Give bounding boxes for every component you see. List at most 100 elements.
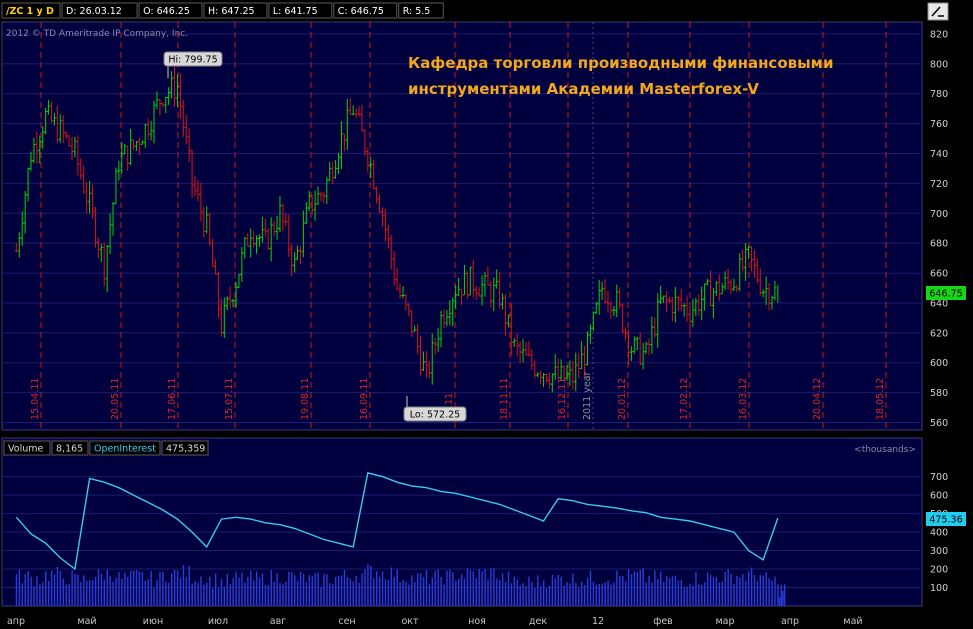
volume-bar: [686, 586, 688, 606]
volume-bar: [282, 584, 284, 606]
volume-bar: [241, 572, 243, 606]
volume-bar: [335, 576, 337, 606]
volume-bar: [229, 584, 231, 606]
quote-field: R: 5.5: [403, 6, 431, 17]
y-tick-label: 700: [930, 472, 948, 483]
volume-bar: [384, 579, 387, 606]
volume-bar: [765, 572, 767, 606]
event-label: 18.11.11: [499, 378, 510, 420]
volume-bar: [671, 575, 674, 606]
volume-bar: [414, 582, 416, 606]
event-label: 17.02.12: [679, 378, 690, 420]
volume-bar: [777, 584, 779, 606]
volume-bar: [314, 573, 316, 606]
volume-bar: [642, 567, 644, 606]
volume-bar: [150, 571, 152, 606]
volume-bar: [367, 564, 369, 606]
volume-bar: [519, 585, 521, 606]
volume-bar: [446, 570, 448, 606]
volume-bar: [326, 574, 328, 606]
event-label: 15.04.11: [30, 378, 41, 420]
volume-bar: [581, 581, 583, 606]
volume-bar: [756, 581, 759, 606]
volume-bar: [572, 573, 574, 606]
volume-bar: [437, 569, 439, 606]
y-tick-label: 800: [930, 59, 948, 70]
event-label: 20.04.12: [812, 378, 823, 420]
volume-bar: [162, 571, 164, 606]
volume-bar: [68, 583, 70, 606]
volume-bar: [496, 578, 498, 606]
volume-bar: [214, 573, 217, 606]
volume-bar: [88, 579, 91, 606]
volume-bar: [783, 584, 786, 606]
volume-bar: [698, 584, 700, 606]
volume-bar: [481, 570, 483, 606]
volume-bar: [531, 581, 533, 606]
volume-bar: [252, 580, 255, 606]
month-label: фев: [653, 616, 673, 627]
volume-bar: [742, 574, 744, 606]
y-tick-label: 200: [930, 565, 948, 576]
volume-bar: [419, 573, 422, 606]
volume-bar: [308, 574, 311, 606]
volume-bar: [97, 569, 100, 606]
volume-bar: [65, 584, 67, 606]
volume-bar: [630, 574, 633, 606]
indicator-header-text: 8,165: [56, 444, 83, 455]
volume-bar: [349, 578, 352, 606]
volume-bar: [168, 582, 170, 606]
volume-bar: [197, 582, 199, 606]
volume-bar: [135, 569, 138, 606]
volume-bar: [121, 578, 123, 606]
volume-bar: [665, 575, 668, 606]
volume-bar: [355, 575, 357, 606]
volume-bar: [718, 582, 721, 606]
volume-bar: [712, 577, 715, 606]
event-label: 16.03.12: [738, 378, 749, 420]
volume-bar: [80, 582, 82, 606]
volume-bar: [545, 588, 548, 606]
volume-bar: [736, 575, 738, 606]
volume-bar: [381, 571, 384, 606]
volume-bar: [244, 582, 246, 606]
volume-bar: [211, 588, 214, 606]
volume-bar: [103, 579, 106, 606]
volume-bar: [598, 583, 600, 606]
volume-bar: [50, 570, 53, 606]
volume-bar: [340, 575, 343, 606]
volume-bar: [370, 565, 372, 606]
volume-bar: [566, 582, 568, 606]
volume-bar: [604, 582, 606, 606]
volume-bar: [660, 571, 662, 606]
volume-bar: [428, 583, 431, 606]
volume-bar: [33, 586, 35, 606]
volume-bar: [721, 581, 723, 606]
y-tick-label: 740: [930, 149, 948, 160]
drawing-tools-button[interactable]: [927, 2, 949, 21]
volume-bar: [141, 571, 144, 606]
volume-bar: [425, 569, 428, 606]
volume-bar: [680, 579, 682, 606]
y-tick-label: 820: [930, 29, 948, 40]
volume-bar: [589, 570, 592, 606]
volume-bar: [408, 584, 410, 606]
volume-bar: [689, 583, 691, 606]
drawing-tools-box[interactable]: [927, 2, 949, 21]
volume-bar: [30, 576, 32, 606]
volume-bar: [516, 579, 518, 606]
volume-bar: [449, 569, 451, 606]
volume-bar: [378, 576, 381, 606]
volume-bar: [411, 575, 413, 606]
volume-bar: [24, 574, 26, 606]
y-tick-label: 680: [930, 239, 948, 250]
volume-bar: [86, 580, 88, 606]
month-label: ноя: [468, 616, 486, 627]
event-label: 20.01.12: [617, 378, 628, 420]
volume-bar: [619, 575, 621, 606]
event-label: 19.08.11: [300, 378, 311, 420]
volume-bar: [548, 585, 551, 606]
volume-bar: [560, 576, 562, 606]
volume-bar: [578, 587, 580, 606]
volume-bar: [569, 583, 571, 606]
